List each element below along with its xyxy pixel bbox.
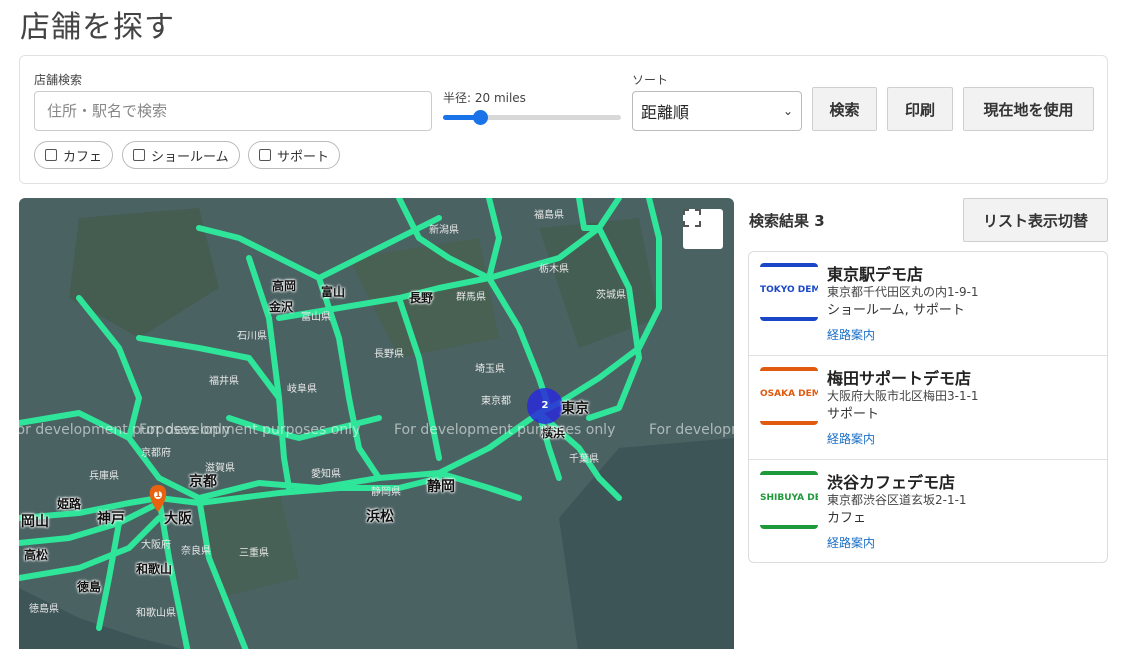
logo-text: SHIBUYA DEMO (760, 493, 818, 503)
filter-checkbox[interactable] (133, 149, 145, 161)
map-prefecture-label: 徳島県 (29, 604, 59, 615)
store-address: 東京都千代田区丸の内1-9-1 (827, 285, 979, 299)
map-prefecture-label: 大阪府 (141, 540, 171, 551)
search-button[interactable]: 検索 (812, 87, 877, 131)
logo-bar-bottom (760, 525, 818, 529)
radius-label: 半径: 20 miles (443, 91, 526, 105)
print-button[interactable]: 印刷 (887, 87, 953, 131)
sort-select-value: 距離順 (641, 103, 690, 122)
map-city-label: 岡山 (21, 514, 49, 530)
page-title: 店舗を探す (20, 10, 175, 45)
sort-select[interactable]: 距離順 ⌄ (632, 91, 802, 131)
use-location-button[interactable]: 現在地を使用 (963, 87, 1094, 131)
map-city-label: 金沢 (269, 300, 294, 314)
map-prefecture-label: 栃木県 (539, 264, 569, 275)
store-logo: TOKYO DEMO (760, 263, 818, 321)
search-label: 店舗検索 (34, 73, 83, 87)
map-watermark: For development purposes only (394, 422, 616, 438)
logo-bar-top (760, 471, 818, 475)
map-city-label: 東京 (561, 401, 589, 417)
map-watermark: For development purposes only (649, 422, 734, 438)
map-prefecture-label: 長野県 (374, 349, 404, 360)
filter-chip-support[interactable]: サポート (248, 141, 341, 169)
route-link[interactable]: 経路案内 (827, 326, 875, 343)
store-name[interactable]: 渋谷カフェデモ店 (827, 469, 955, 493)
map-city-label: 和歌山 (136, 562, 173, 576)
toggle-list-button[interactable]: リスト表示切替 (963, 198, 1108, 242)
store-logo: OSAKA DEMO (760, 367, 818, 425)
filter-checkbox[interactable] (259, 149, 271, 161)
map-prefecture-label: 福井県 (209, 376, 239, 387)
result-item[interactable]: OSAKA DEMO 梅田サポートデモ店 大阪府大阪市北区梅田3-1-1 サポー… (749, 356, 1107, 460)
store-address: 東京都渋谷区道玄坂2-1-1 (827, 493, 967, 507)
map-city-label: 富山 (321, 285, 346, 299)
results-list: TOKYO DEMO 東京駅デモ店 東京都千代田区丸の内1-9-1 ショールーム… (748, 251, 1108, 563)
logo-bar-top (760, 367, 818, 371)
route-link[interactable]: 経路案内 (827, 430, 875, 447)
logo-bar-bottom (760, 317, 818, 321)
store-categories: ショールーム, サポート (827, 303, 965, 318)
radius-slider-thumb[interactable] (473, 110, 489, 125)
store-categories: サポート (827, 407, 880, 422)
route-link[interactable]: 経路案内 (827, 534, 875, 551)
fullscreen-icon (683, 209, 701, 227)
store-categories: カフェ (827, 511, 867, 526)
map-prefecture-label: 福島県 (534, 210, 564, 221)
map-cluster-count[interactable]: 2 (539, 400, 551, 411)
search-panel: 店舗検索 半径: 20 miles ソート 距離順 ⌄ 検索 印刷 現在地を使用… (19, 55, 1108, 184)
map-prefecture-label: 岐阜県 (287, 384, 317, 395)
store-logo: SHIBUYA DEMO (760, 471, 818, 529)
map-pin-icon[interactable]: 1 (153, 490, 163, 499)
map-prefecture-label: 石川県 (237, 331, 267, 342)
map-city-label: 高松 (24, 548, 49, 562)
filter-checkbox[interactable] (45, 149, 57, 161)
fullscreen-button[interactable] (683, 209, 723, 249)
map-city-label: 京都 (189, 474, 217, 490)
map-prefecture-label: 愛知県 (311, 469, 341, 480)
map-city-label: 高岡 (272, 279, 297, 293)
map-city-label: 長野 (409, 291, 434, 305)
results-count: 検索結果 3 (749, 212, 825, 230)
result-item[interactable]: TOKYO DEMO 東京駅デモ店 東京都千代田区丸の内1-9-1 ショールーム… (749, 252, 1107, 356)
filter-chip-cafe[interactable]: カフェ (34, 141, 114, 169)
chevron-down-icon: ⌄ (782, 104, 793, 118)
map-watermark: For development purposes only (139, 422, 361, 438)
result-item[interactable]: SHIBUYA DEMO 渋谷カフェデモ店 東京都渋谷区道玄坂2-1-1 カフェ… (749, 460, 1107, 562)
store-name[interactable]: 梅田サポートデモ店 (827, 365, 971, 389)
map-city-label: 浜松 (366, 509, 394, 525)
logo-bar-top (760, 263, 818, 267)
logo-text: TOKYO DEMO (760, 285, 818, 295)
map-prefecture-label: 奈良県 (181, 546, 211, 557)
map-prefecture-label: 東京都 (481, 396, 511, 407)
map-prefecture-label: 新潟県 (429, 225, 459, 236)
filter-chip-label: カフェ (63, 149, 103, 165)
map-prefecture-label: 群馬県 (456, 292, 486, 303)
logo-text: OSAKA DEMO (760, 389, 818, 399)
filter-chip-label: サポート (277, 149, 330, 165)
map-city-label: 神戸 (97, 511, 125, 527)
store-map[interactable]: 福島県 新潟県 栃木県 群馬県 茨城県 石川県 富山県 長野県 埼玉県 福井県 … (19, 198, 734, 649)
store-address: 大阪府大阪市北区梅田3-1-1 (827, 389, 979, 403)
map-prefecture-label: 和歌山県 (136, 608, 176, 619)
map-prefecture-label: 千葉県 (569, 454, 599, 465)
filter-chip-showroom[interactable]: ショールーム (122, 141, 240, 169)
map-city-label: 姫路 (57, 497, 82, 511)
map-prefecture-label: 京都府 (141, 448, 171, 459)
filter-chip-label: ショールーム (151, 149, 229, 165)
map-city-label: 大阪 (164, 511, 192, 527)
map-prefecture-label: 埼玉県 (475, 364, 505, 375)
search-input[interactable] (34, 91, 432, 131)
map-prefecture-label: 三重県 (239, 548, 269, 559)
store-name[interactable]: 東京駅デモ店 (827, 261, 923, 285)
logo-bar-bottom (760, 421, 818, 425)
map-prefecture-label: 兵庫県 (89, 471, 119, 482)
map-city-label: 静岡 (427, 479, 455, 495)
map-prefecture-label: 茨城県 (596, 290, 626, 301)
map-city-label: 徳島 (77, 580, 102, 594)
map-prefecture-label: 静岡県 (371, 487, 401, 498)
map-prefecture-label: 富山県 (301, 312, 331, 323)
sort-label: ソート (632, 73, 669, 87)
radius-slider[interactable] (443, 115, 621, 120)
